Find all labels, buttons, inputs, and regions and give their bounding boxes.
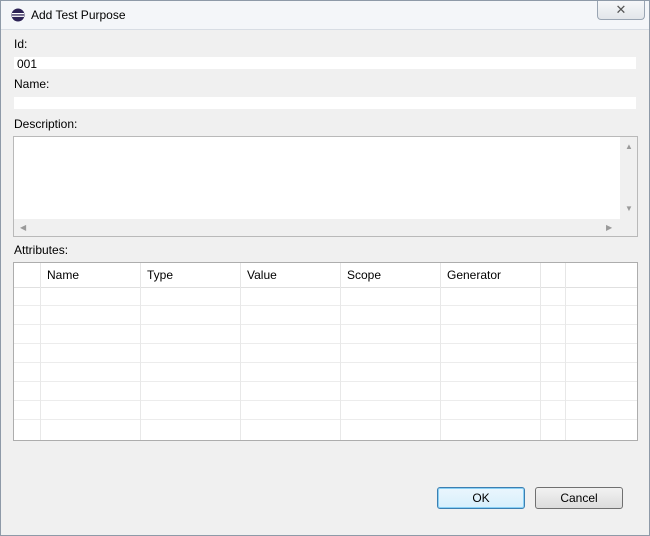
scroll-left-arrow-icon[interactable]: ◀ [20, 224, 26, 232]
column-header-type[interactable]: Type [141, 263, 241, 287]
column-divider [340, 287, 341, 440]
id-label: Id: [14, 37, 28, 51]
name-label: Name: [14, 77, 50, 91]
close-button[interactable]: ✕ [597, 1, 645, 20]
column-header-value[interactable]: Value [241, 263, 341, 287]
table-row[interactable] [14, 306, 637, 325]
description-horizontal-scrollbar[interactable]: ◀ ▶ [14, 219, 621, 236]
name-field-container [13, 96, 639, 111]
column-divider [40, 287, 41, 440]
table-row[interactable] [14, 287, 637, 306]
description-vertical-scrollbar[interactable]: ▲ ▼ [620, 137, 637, 219]
column-header-filler [566, 263, 637, 287]
id-field[interactable] [14, 57, 639, 71]
scroll-right-arrow-icon[interactable]: ▶ [606, 224, 612, 232]
column-header-extra[interactable] [541, 263, 566, 287]
table-header: Name Type Value Scope Generator [14, 263, 637, 288]
column-header-generator[interactable]: Generator [441, 263, 541, 287]
column-divider [565, 287, 566, 440]
scrollbar-corner [620, 219, 637, 236]
column-divider [540, 287, 541, 440]
table-row[interactable] [14, 420, 637, 439]
attributes-table[interactable]: Name Type Value Scope Generator [13, 262, 638, 441]
table-row[interactable] [14, 401, 637, 420]
table-row[interactable] [14, 325, 637, 344]
table-row[interactable] [14, 363, 637, 382]
column-header-scope[interactable]: Scope [341, 263, 441, 287]
close-icon: ✕ [615, 2, 627, 17]
column-divider [440, 287, 441, 440]
scroll-down-arrow-icon[interactable]: ▼ [625, 205, 633, 213]
scroll-up-arrow-icon[interactable]: ▲ [625, 143, 633, 151]
table-row[interactable] [14, 382, 637, 401]
eclipse-icon [11, 8, 25, 22]
column-header-selector[interactable] [14, 263, 41, 287]
cancel-button[interactable]: Cancel [535, 487, 623, 509]
description-label: Description: [14, 117, 78, 131]
column-divider [140, 287, 141, 440]
attributes-label: Attributes: [14, 243, 69, 257]
description-textarea[interactable]: ▲ ▼ ◀ ▶ [13, 136, 638, 237]
ok-button[interactable]: OK [437, 487, 525, 509]
column-header-name[interactable]: Name [41, 263, 141, 287]
column-divider [240, 287, 241, 440]
table-row[interactable] [14, 344, 637, 363]
dialog-window: Add Test Purpose ✕ Id: Name: Description… [0, 0, 650, 536]
window-title: Add Test Purpose [31, 8, 126, 22]
id-field-container [13, 56, 639, 71]
title-bar[interactable]: Add Test Purpose ✕ [1, 1, 649, 30]
name-field[interactable] [14, 97, 639, 111]
